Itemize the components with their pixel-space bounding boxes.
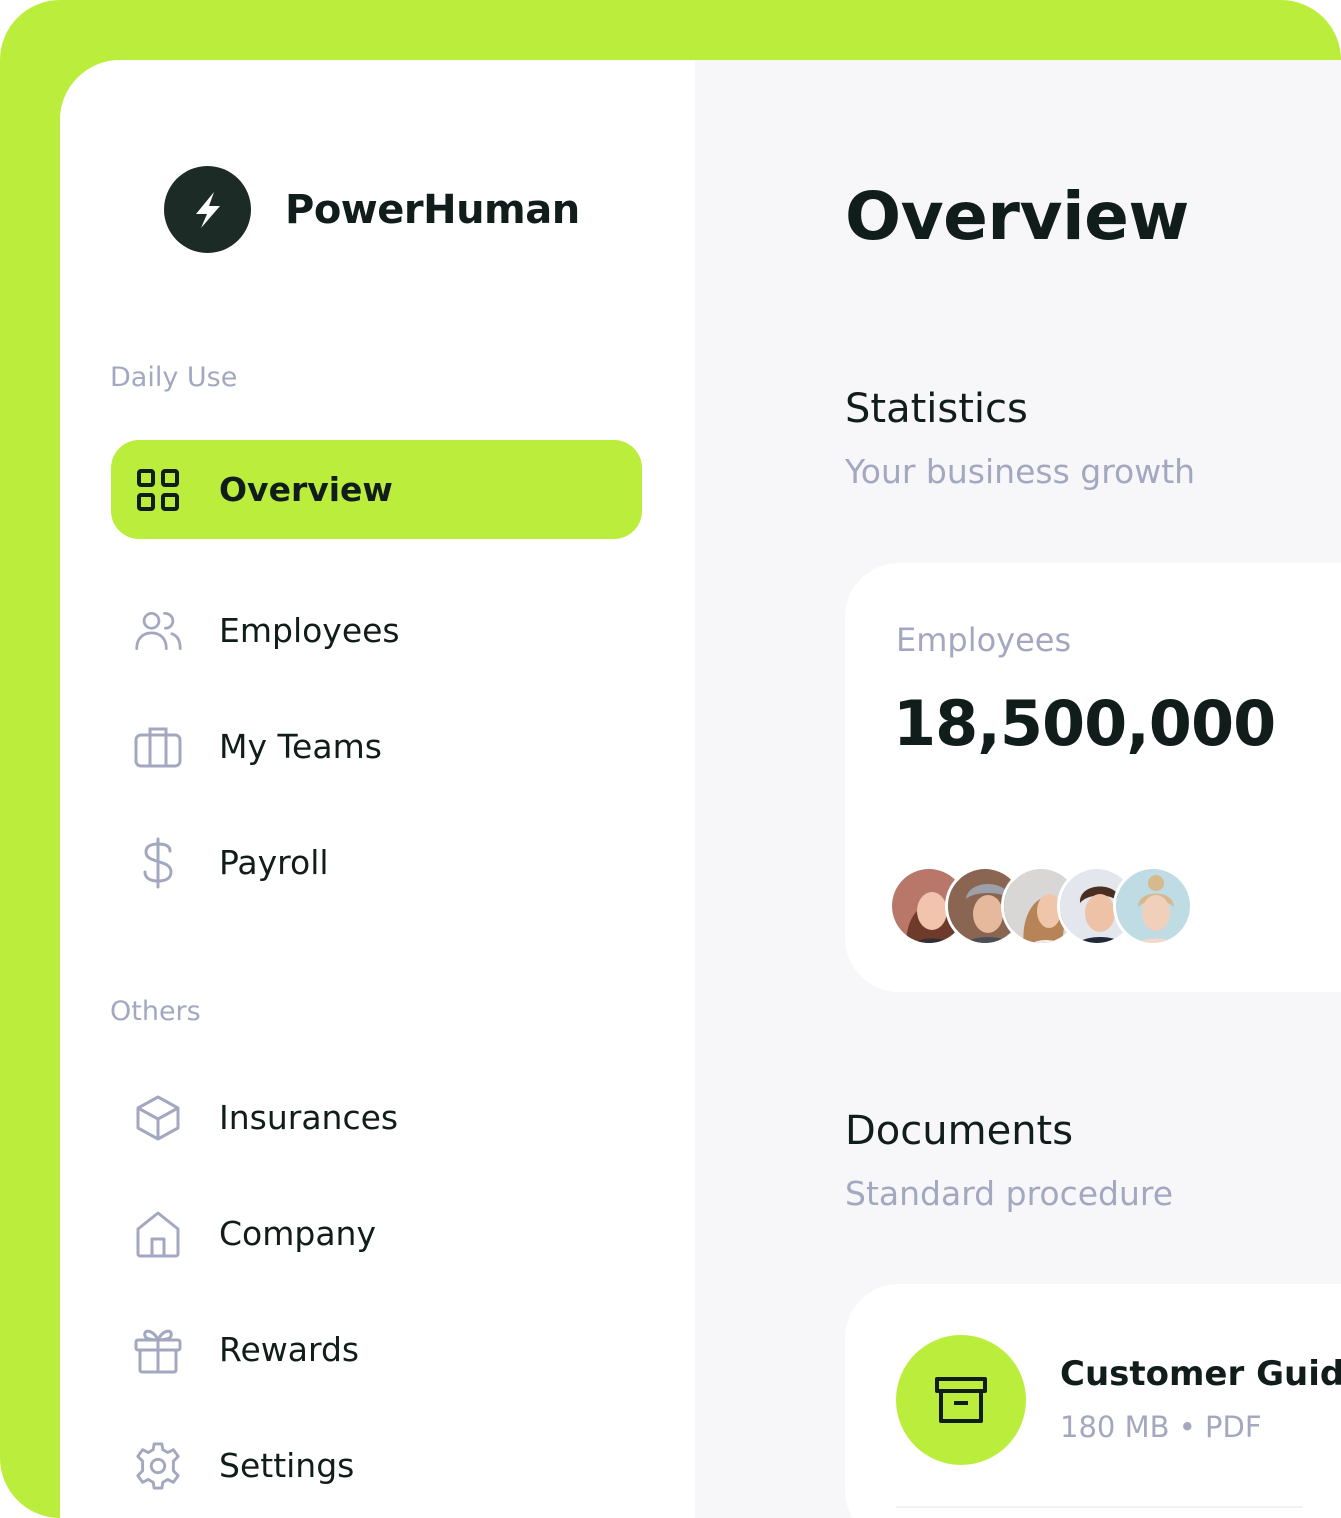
avatar-group[interactable]: [889, 866, 1193, 946]
documents-card: Customer Guide 180 MB • PDF: [845, 1284, 1341, 1518]
grid-icon: [133, 465, 183, 515]
brand[interactable]: PowerHuman: [164, 166, 580, 253]
archive-icon: [896, 1335, 1026, 1465]
avatar: [1113, 866, 1193, 946]
documents-subtitle: Standard procedure: [845, 1174, 1174, 1213]
sidebar: PowerHuman Daily Use Overview Employees …: [60, 60, 695, 1518]
dollar-icon: [133, 837, 183, 888]
home-icon: [133, 1209, 183, 1259]
box-icon: [133, 1093, 183, 1143]
sidebar-item-label: Settings: [219, 1446, 355, 1485]
section-label-others: Others: [110, 996, 201, 1027]
main-content: Overview Statistics Your business growth…: [695, 60, 1341, 1518]
document-name: Customer Guide: [1060, 1354, 1341, 1394]
sidebar-item-my-teams[interactable]: My Teams: [111, 697, 642, 796]
gift-icon: [133, 1325, 183, 1375]
app-frame: PowerHuman Daily Use Overview Employees …: [0, 0, 1341, 1518]
sidebar-item-payroll[interactable]: Payroll: [111, 813, 642, 912]
sidebar-item-label: Insurances: [219, 1098, 399, 1137]
briefcase-icon: [133, 722, 183, 772]
statistics-title: Statistics: [845, 386, 1028, 432]
sidebar-item-label: Employees: [219, 611, 400, 650]
section-label-daily: Daily Use: [110, 362, 238, 393]
sidebar-item-employees[interactable]: Employees: [111, 581, 642, 680]
app-window: PowerHuman Daily Use Overview Employees …: [60, 60, 1341, 1518]
sidebar-item-label: Company: [219, 1214, 376, 1253]
sidebar-item-company[interactable]: Company: [111, 1184, 642, 1283]
divider: [896, 1506, 1303, 1508]
stat-value: 18,500,000: [893, 687, 1276, 760]
statistics-subtitle: Your business growth: [845, 452, 1196, 491]
sidebar-item-label: Overview: [219, 470, 393, 509]
users-icon: [133, 606, 183, 656]
sidebar-item-insurances[interactable]: Insurances: [111, 1068, 642, 1167]
document-meta: 180 MB • PDF: [1060, 1410, 1262, 1444]
employees-stat-card[interactable]: Employees 18,500,000: [845, 563, 1341, 992]
sidebar-item-label: My Teams: [219, 727, 382, 766]
sidebar-item-overview[interactable]: Overview: [111, 440, 642, 539]
sidebar-item-label: Payroll: [219, 843, 329, 882]
brand-name: PowerHuman: [285, 186, 580, 233]
bolt-icon: [164, 166, 251, 253]
documents-title: Documents: [845, 1108, 1074, 1154]
sidebar-item-settings[interactable]: Settings: [111, 1416, 642, 1515]
stat-label: Employees: [896, 621, 1072, 659]
sidebar-item-rewards[interactable]: Rewards: [111, 1300, 642, 1399]
page-title: Overview: [845, 178, 1189, 255]
sidebar-item-label: Rewards: [219, 1330, 360, 1369]
gear-icon: [133, 1441, 183, 1491]
